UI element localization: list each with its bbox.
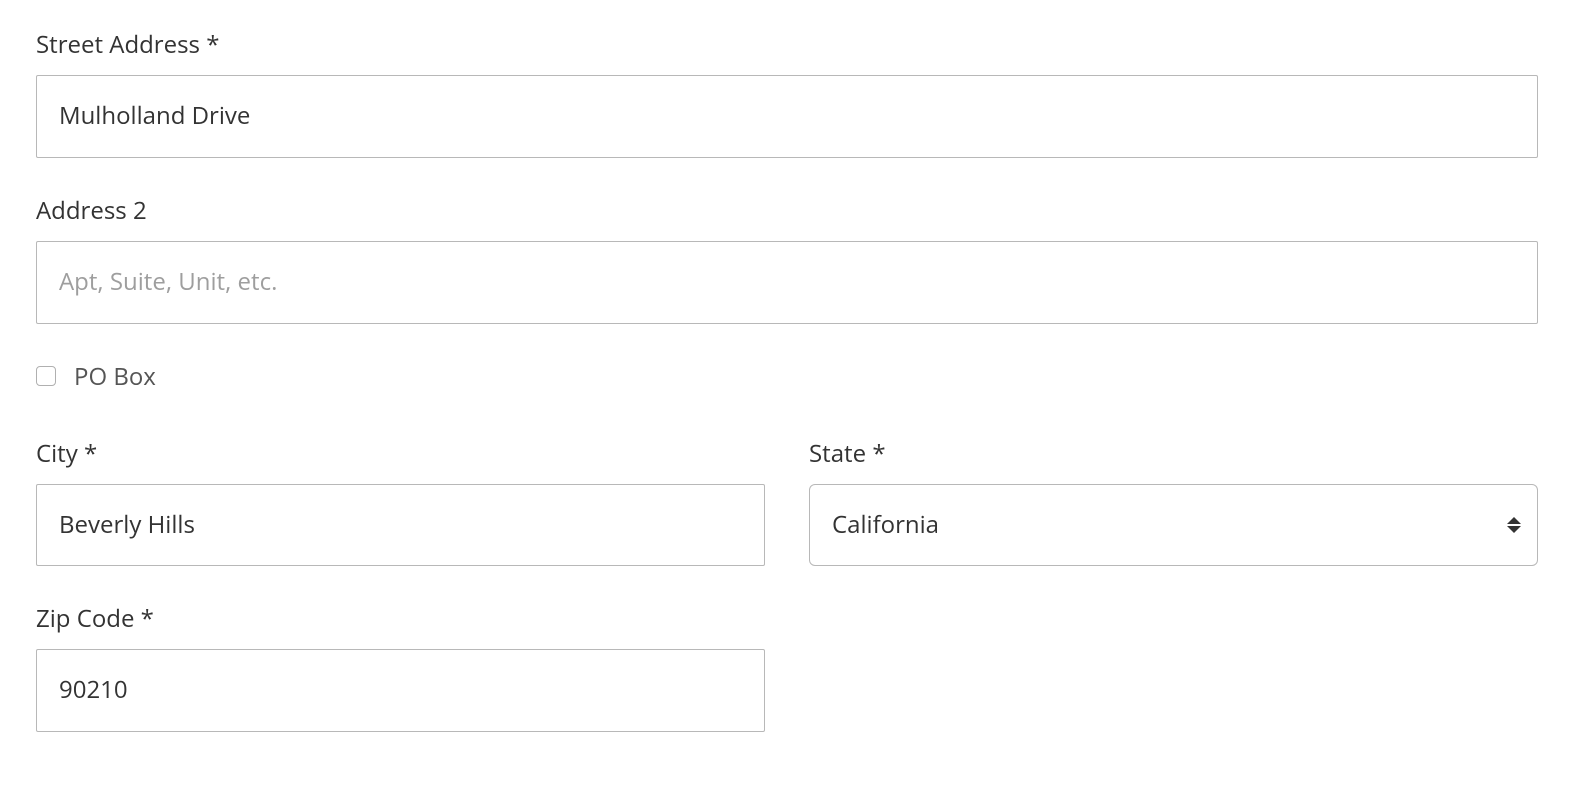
address2-label: Address 2	[36, 194, 1538, 227]
state-select-wrapper[interactable]: California	[809, 484, 1538, 567]
po-box-label[interactable]: PO Box	[74, 360, 156, 393]
address2-input[interactable]	[36, 241, 1538, 324]
city-label: City *	[36, 437, 765, 470]
street-address-input[interactable]	[36, 75, 1538, 158]
po-box-checkbox[interactable]	[36, 366, 56, 386]
zip-input[interactable]	[36, 649, 765, 732]
street-address-label: Street Address *	[36, 28, 1538, 61]
state-select[interactable]: California	[810, 485, 1537, 566]
state-label: State *	[809, 437, 1538, 470]
city-input[interactable]	[36, 484, 765, 567]
zip-label: Zip Code *	[36, 602, 765, 635]
